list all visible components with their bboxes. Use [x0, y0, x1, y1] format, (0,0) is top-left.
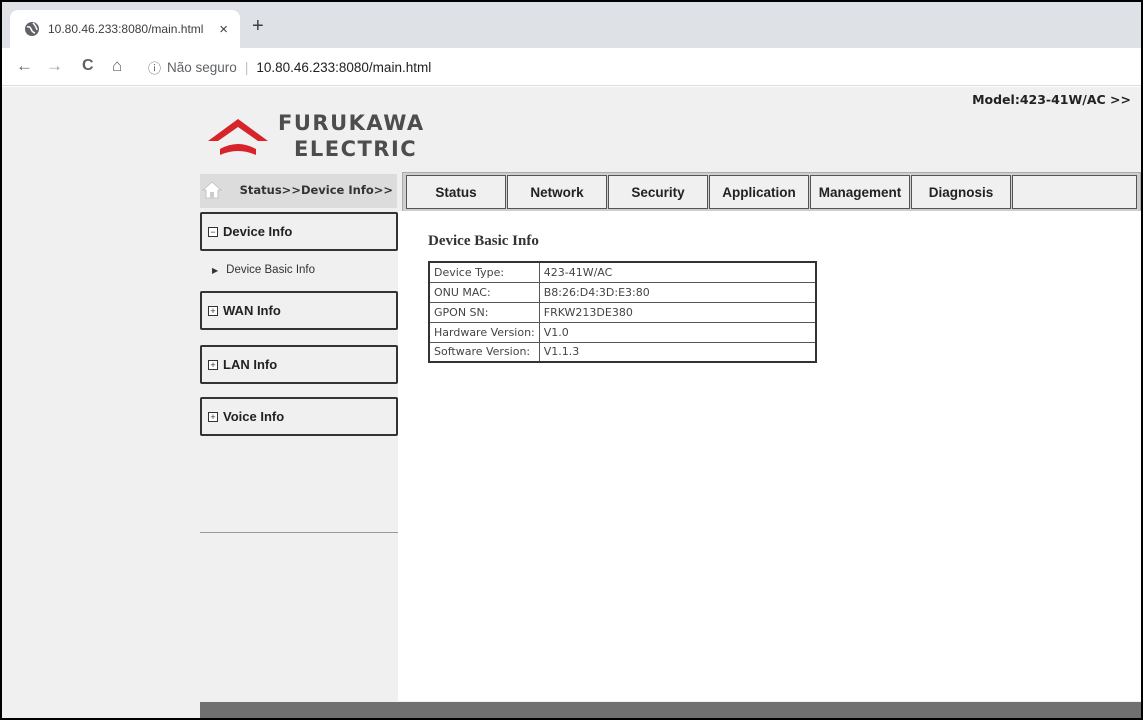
expand-icon: + — [208, 305, 218, 316]
sidebar-divider — [200, 532, 398, 533]
menu-network[interactable]: Network — [507, 175, 607, 209]
logo-text-line1: FURUKAWA — [278, 111, 425, 135]
page-left-margin — [2, 87, 198, 718]
row-label: GPON SN: — [428, 301, 540, 323]
row-value: V1.0 — [538, 321, 817, 343]
globe-icon — [25, 22, 39, 36]
expand-icon: + — [208, 359, 218, 370]
collapse-icon: − — [208, 226, 218, 237]
table-row: Hardware Version: V1.0 — [428, 321, 817, 343]
omnibox-separator: | — [244, 59, 249, 75]
sidebar-group-label: WAN Info — [223, 303, 281, 318]
row-label: Hardware Version: — [428, 321, 540, 343]
furukawa-logo: FURUKAWA ELECTRIC — [206, 109, 446, 169]
info-icon[interactable]: ⓘ — [148, 58, 161, 77]
security-status: Não seguro — [167, 59, 237, 75]
triangle-right-icon: ▶ — [212, 265, 219, 275]
browser-window: 10.80.46.233:8080/main.html × + ← → C ⌂ … — [2, 2, 1141, 718]
sidebar-group-label: Device Info — [223, 224, 293, 239]
breadcrumb: Status>>Device Info>> — [200, 174, 397, 208]
sidebar-item-label: Device Basic Info — [226, 264, 316, 276]
menu-empty-slot — [1012, 175, 1137, 209]
row-value: 423-41W/AC — [538, 261, 817, 283]
sidebar-group-voice-info[interactable]: + Voice Info — [200, 397, 398, 436]
menu-status[interactable]: Status — [406, 175, 506, 209]
sidebar-group-wan-info[interactable]: + WAN Info — [200, 291, 398, 330]
sidebar-group-label: Voice Info — [223, 409, 285, 424]
tab-close-icon[interactable]: × — [219, 21, 228, 38]
menu-application[interactable]: Application — [709, 175, 809, 209]
tab-strip: 10.80.46.233:8080/main.html × + — [2, 2, 1141, 48]
menu-management[interactable]: Management — [810, 175, 910, 209]
row-label: ONU MAC: — [428, 281, 540, 303]
row-label: Software Version: — [428, 341, 540, 363]
breadcrumb-text: Status>>Device Info>> — [239, 183, 393, 197]
menu-security[interactable]: Security — [608, 175, 708, 209]
sidebar-item-device-basic-info[interactable]: ▶ Device Basic Info — [212, 264, 315, 276]
logo-mark-icon — [208, 119, 268, 155]
sidebar-group-label: LAN Info — [223, 357, 278, 372]
row-label: Device Type: — [428, 261, 540, 283]
table-row: GPON SN: FRKW213DE380 — [428, 301, 817, 323]
sidebar-group-lan-info[interactable]: + LAN Info — [200, 345, 398, 384]
omnibox[interactable]: ⓘ Não seguro | 10.80.46.233:8080/main.ht… — [148, 54, 1133, 80]
row-value: B8:26:D4:3D:E3:80 — [538, 281, 817, 303]
reload-icon[interactable]: C — [82, 56, 94, 76]
expand-icon: + — [208, 411, 218, 422]
router-admin-page: FURUKAWA ELECTRIC Model:423-41W/AC >> St… — [2, 87, 1141, 718]
page-title: Device Basic Info — [428, 233, 539, 249]
menu-diagnosis[interactable]: Diagnosis — [911, 175, 1011, 209]
logo-text-line2: ELECTRIC — [294, 137, 418, 161]
row-value: V1.1.3 — [538, 341, 817, 363]
address-bar: ← → C ⌂ ⓘ Não seguro | 10.80.46.233:8080… — [2, 48, 1141, 86]
home-button-icon[interactable]: ⌂ — [112, 56, 122, 76]
table-row: ONU MAC: B8:26:D4:3D:E3:80 — [428, 281, 817, 303]
back-arrow-icon[interactable]: ← — [16, 56, 33, 76]
table-row: Software Version: V1.1.3 — [428, 341, 817, 363]
content-panel: Device Basic Info Device Type: 423-41W/A… — [398, 211, 1141, 701]
main-menu: Status Network Security Application Mana… — [402, 172, 1141, 212]
url-text[interactable]: 10.80.46.233:8080/main.html — [256, 60, 431, 75]
footer-bar — [200, 702, 1141, 718]
row-value: FRKW213DE380 — [538, 301, 817, 323]
tab-title: 10.80.46.233:8080/main.html — [48, 22, 204, 36]
table-row: Device Type: 423-41W/AC — [428, 261, 817, 283]
model-label: Model:423-41W/AC >> — [972, 92, 1131, 107]
sidebar-group-device-info[interactable]: − Device Info — [200, 212, 398, 251]
sidebar: − Device Info ▶ Device Basic Info + WAN … — [200, 212, 398, 702]
new-tab-button[interactable]: + — [252, 16, 264, 36]
browser-tab[interactable]: 10.80.46.233:8080/main.html × — [10, 10, 240, 48]
forward-arrow-icon[interactable]: → — [46, 56, 63, 76]
device-info-table: Device Type: 423-41W/AC ONU MAC: B8:26:D… — [428, 261, 818, 363]
home-icon — [202, 181, 222, 199]
